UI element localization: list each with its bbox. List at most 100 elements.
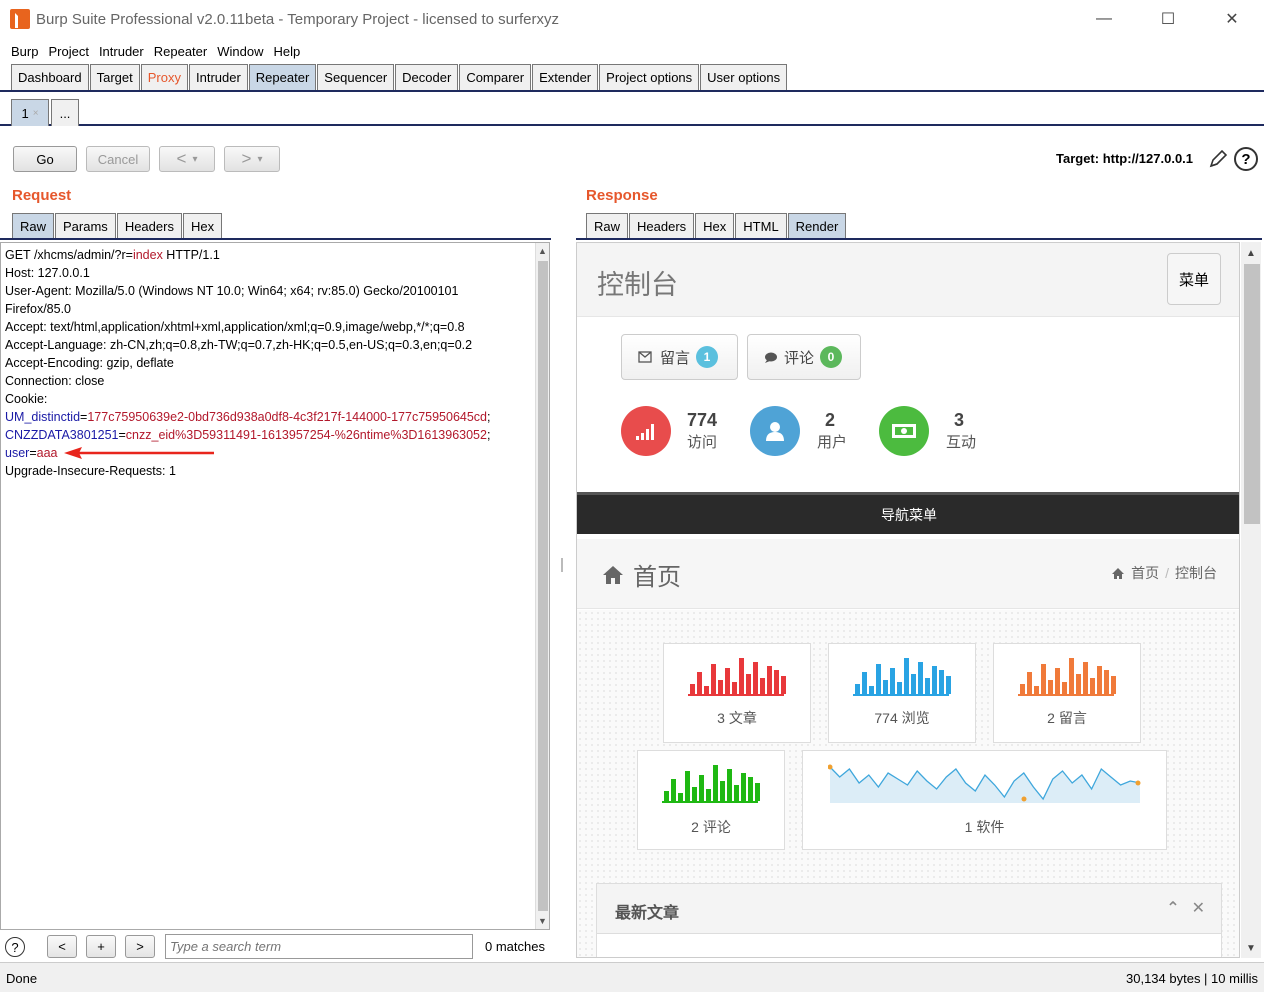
software-card-label: 1 软件	[964, 819, 1005, 835]
views-card[interactable]: 774 浏览	[828, 643, 976, 743]
request-tab-underline	[0, 238, 551, 240]
tab-decoder[interactable]: Decoder	[395, 64, 459, 90]
header-upgrade-insecure: Upgrade-Insecure-Requests: 1	[5, 464, 176, 478]
tab-user-options[interactable]: User options	[700, 64, 788, 90]
search-input[interactable]	[165, 934, 473, 959]
breadcrumb-home[interactable]: 首页	[1131, 563, 1159, 583]
search-prev-button[interactable]: <	[47, 935, 77, 958]
header-host: Host: 127.0.0.1	[5, 266, 90, 280]
software-card[interactable]: 1 软件	[802, 750, 1167, 850]
cookie-cnzzdata: CNZZDATA3801251=cnzz_eid%3D59311491-1613…	[5, 428, 491, 442]
target-label: Target: http://127.0.0.1	[1056, 151, 1194, 166]
comments-card[interactable]: 2 评论	[637, 750, 785, 850]
scroll-down-icon[interactable]: ▼	[538, 916, 547, 926]
request-editor[interactable]: GET /xhcms/admin/?r=index HTTP/1.1 Host:…	[0, 242, 550, 930]
tab-project-options[interactable]: Project options	[599, 64, 700, 90]
forward-button[interactable]: > ▾	[224, 146, 280, 172]
page-heading-text: 首页	[633, 564, 681, 591]
cookie-um-distinctid: UM_distinctid=177c75950639e2-0bd736d938a…	[5, 410, 491, 424]
request-scrollbar[interactable]: ▲ ▼	[535, 243, 549, 929]
search-next-button[interactable]: >	[125, 935, 155, 958]
panel-tools: ⌃ ✕	[1166, 898, 1205, 918]
menu-repeater[interactable]: Repeater	[149, 44, 212, 59]
breadcrumb-separator: /	[1165, 565, 1169, 581]
forward-dropdown-icon[interactable]: ▾	[257, 154, 262, 165]
menu-intruder[interactable]: Intruder	[94, 44, 149, 59]
status-text: Done	[6, 971, 38, 986]
go-button[interactable]: Go	[13, 146, 77, 172]
request-tab-headers[interactable]: Headers	[116, 213, 182, 239]
header-user-agent-cont: Firefox/85.0	[5, 302, 72, 316]
response-tab-hex[interactable]: Hex	[695, 213, 735, 239]
tab-dashboard[interactable]: Dashboard	[11, 64, 89, 90]
back-dropdown-icon[interactable]: ▾	[192, 154, 197, 165]
comments-card-label: 2 评论	[691, 819, 731, 835]
scroll-up-icon[interactable]: ▲	[538, 246, 547, 256]
collapse-chevron-icon[interactable]: ⌃	[1166, 898, 1179, 918]
request-line: GET /xhcms/admin/?r=index HTTP/1.1	[5, 248, 220, 262]
pane-divider[interactable]	[558, 176, 566, 956]
cancel-button[interactable]: Cancel	[86, 146, 150, 172]
response-tab-underline	[576, 238, 1262, 240]
tab-extender[interactable]: Extender	[532, 64, 599, 90]
response-tabs: Raw Headers Hex HTML Render	[586, 213, 847, 239]
envelope-icon	[638, 351, 652, 363]
articles-card[interactable]: 3 文章	[663, 643, 811, 743]
menu-window[interactable]: Window	[212, 44, 268, 59]
user-icon	[766, 422, 784, 441]
request-tab-params[interactable]: Params	[55, 213, 116, 239]
render-nav-menu[interactable]: 导航菜单	[577, 492, 1239, 534]
menu-project[interactable]: Project	[43, 44, 93, 59]
maximize-button[interactable]: ☐	[1136, 0, 1200, 38]
messages-card[interactable]: 2 留言	[993, 643, 1141, 743]
close-button[interactable]: ✕	[1200, 0, 1264, 38]
repeater-tab-1[interactable]: 1 ×	[11, 99, 49, 126]
interactions-stat-icon	[879, 406, 929, 456]
response-tab-html[interactable]: HTML	[735, 213, 787, 239]
response-tab-render[interactable]: Render	[787, 213, 847, 239]
render-scrollbar[interactable]: ▲ ▼	[1241, 242, 1261, 958]
request-scroll-thumb[interactable]	[538, 261, 548, 911]
messages-label: 留言	[660, 349, 691, 367]
help-icon[interactable]: ?	[1234, 147, 1258, 171]
tab-sequencer[interactable]: Sequencer	[317, 64, 395, 90]
money-icon	[892, 424, 916, 438]
tab-proxy[interactable]: Proxy	[140, 64, 188, 90]
search-help-icon[interactable]: ?	[5, 937, 25, 957]
render-scroll-down-icon[interactable]: ▼	[1246, 943, 1256, 954]
tab-repeater[interactable]: Repeater	[248, 64, 317, 90]
tab-intruder[interactable]: Intruder	[188, 64, 248, 90]
request-tab-hex[interactable]: Hex	[182, 213, 223, 239]
edit-target-pencil-icon[interactable]	[1207, 148, 1229, 170]
tab-target[interactable]: Target	[89, 64, 140, 90]
articles-card-label: 3 文章	[717, 710, 757, 726]
breadcrumb-current: 控制台	[1175, 565, 1217, 581]
render-scroll-thumb[interactable]	[1244, 264, 1260, 524]
divider-grip[interactable]	[561, 558, 563, 572]
comments-sparkbar-chart	[662, 765, 760, 803]
latest-articles-panel: 最新文章 ⌃ ✕	[596, 883, 1222, 957]
tab-comparer[interactable]: Comparer	[459, 64, 532, 90]
header-accept-encoding: Accept-Encoding: gzip, deflate	[5, 356, 174, 370]
response-tab-headers[interactable]: Headers	[629, 213, 695, 239]
close-tab-icon[interactable]: ×	[33, 108, 39, 119]
back-button[interactable]: < ▾	[159, 146, 215, 172]
menu-burp[interactable]: Burp	[6, 44, 43, 59]
response-tab-raw[interactable]: Raw	[586, 213, 629, 239]
new-tab-button[interactable]: ...	[51, 99, 79, 126]
views-card-label: 774 浏览	[874, 710, 930, 726]
burp-logo-icon	[10, 9, 30, 29]
close-panel-icon[interactable]: ✕	[1192, 898, 1205, 918]
request-tab-raw[interactable]: Raw	[12, 213, 55, 239]
render-scroll-up-icon[interactable]: ▲	[1246, 248, 1256, 259]
request-tabs: Raw Params Headers Hex	[12, 213, 223, 239]
comments-button[interactable]: 评论 0	[747, 334, 861, 380]
menu-help[interactable]: Help	[268, 44, 305, 59]
comments-icon	[765, 352, 777, 363]
messages-button[interactable]: 留言 1	[621, 334, 738, 380]
minimize-button[interactable]: —	[1072, 0, 1136, 38]
messages-card-label: 2 留言	[1047, 710, 1087, 726]
search-options-button[interactable]: +	[86, 935, 116, 958]
render-menu-button[interactable]: 菜单	[1167, 253, 1221, 305]
render-view: 控制台 菜单 留言 1 评论 0 774 访问 2 用户 3 互动 导航菜单 首…	[576, 242, 1240, 958]
